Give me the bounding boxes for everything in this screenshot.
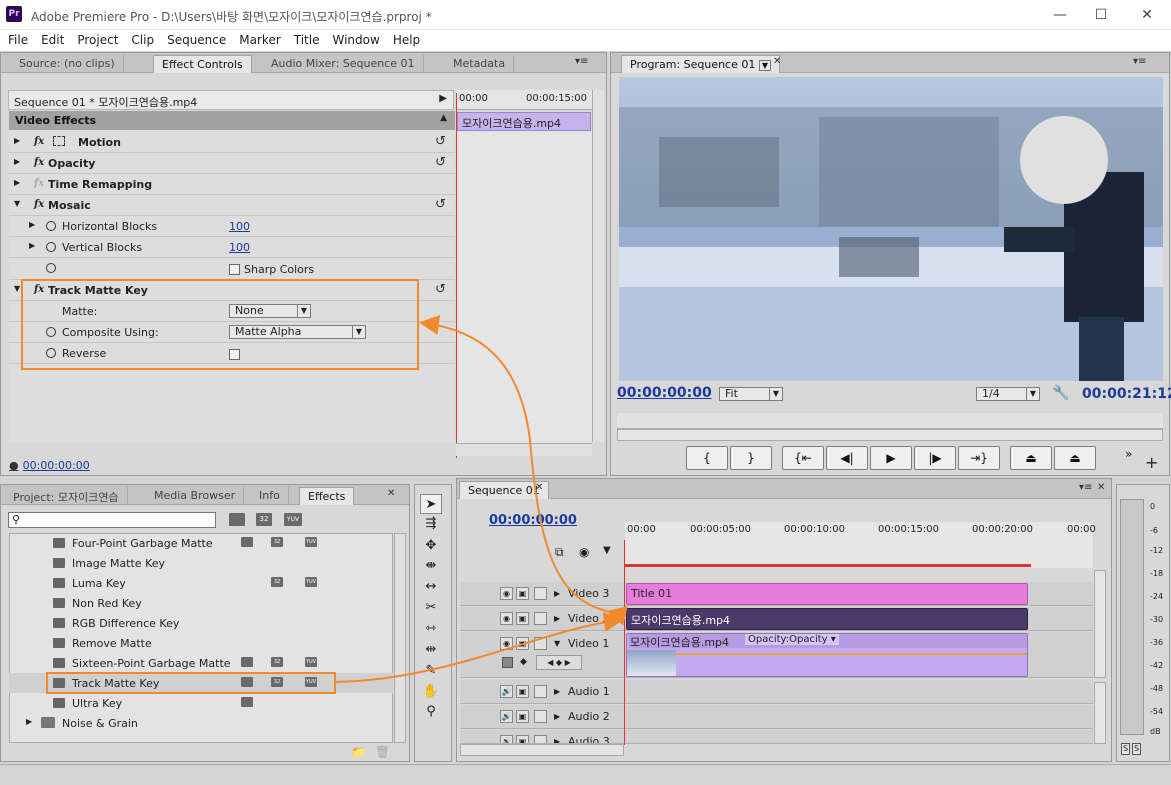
- annotation-arrows: [333, 315, 628, 683]
- premiere-window: Pr Adobe Premiere Pro - D:\Users\바탕 화면\모…: [0, 0, 1171, 785]
